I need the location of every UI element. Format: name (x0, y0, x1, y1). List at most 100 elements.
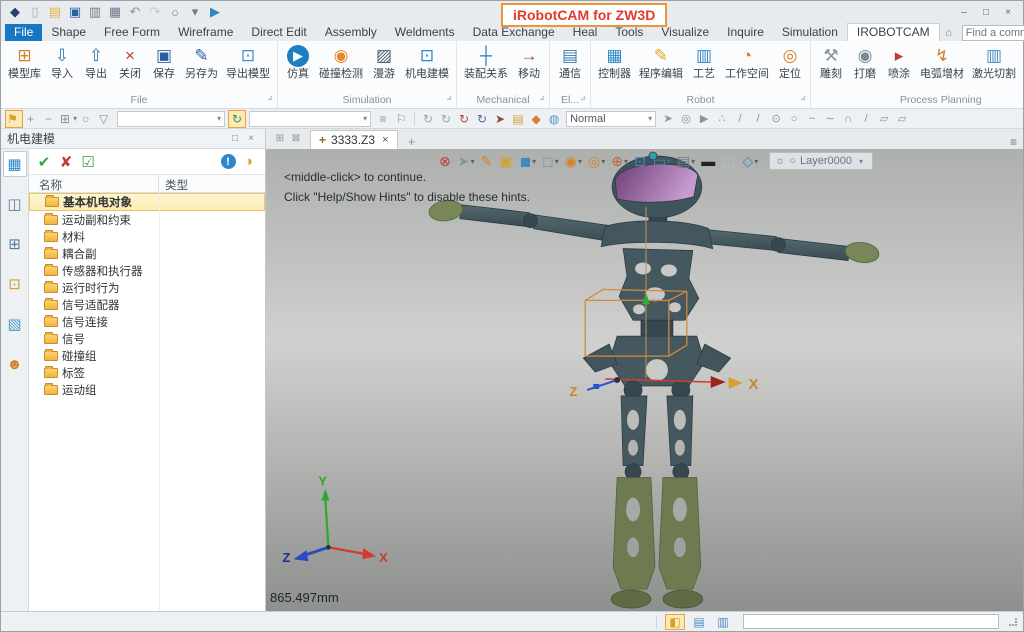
zoom-region-icon[interactable]: ◎▾ (585, 151, 608, 171)
resize-grip[interactable] (1009, 618, 1017, 626)
highlight-box-icon[interactable]: ▢ (719, 151, 739, 171)
fit-all-icon[interactable]: ⊡ (631, 151, 650, 171)
tab-close-icon[interactable]: × (382, 134, 388, 146)
select-cursor-icon[interactable]: ➤ (659, 110, 677, 128)
redo-icon[interactable]: ↷ (145, 3, 165, 21)
pick-device-icon[interactable]: ➤▾ (455, 151, 478, 171)
save-button[interactable]: ▣ 保存 (147, 43, 181, 82)
arc-icon[interactable]: ∩ (839, 110, 857, 128)
grinding-button[interactable]: ◉ 打磨 (848, 43, 882, 82)
regen-part-icon[interactable]: ↻ (419, 110, 437, 128)
user-role-icon[interactable]: ☻ (3, 351, 27, 377)
new-file-icon[interactable]: ▯ (25, 3, 45, 21)
confirm-button[interactable]: ✔ (33, 152, 55, 172)
print-icon[interactable]: ▥ (85, 3, 105, 21)
zoom-window-icon[interactable]: ▭▾ (650, 151, 674, 171)
tab-assembly[interactable]: Assembly (316, 24, 386, 41)
tab-shape[interactable]: Shape (42, 24, 95, 41)
dialog-launcher-icon[interactable]: ⊿ (539, 92, 545, 106)
exit-icon[interactable]: ⊗ (436, 151, 455, 171)
close-all-icon[interactable]: ⊠ (288, 131, 304, 147)
export-model-button[interactable]: ⊡ 导出模型 (222, 43, 274, 82)
unfold-box-icon[interactable]: ▣ (496, 151, 516, 171)
angled-line-icon[interactable]: / (857, 110, 875, 128)
filter-funnel-icon[interactable]: ▽ (96, 110, 114, 128)
prompt-input[interactable] (743, 614, 999, 629)
assembly-relation-button[interactable]: ┼ 装配关系 (460, 43, 512, 82)
document-tab-3333[interactable]: + 3333.Z3 × (310, 130, 398, 149)
regen-outdated-icon[interactable]: ↻ (455, 110, 473, 128)
mechatronics-modeling-button[interactable]: ⊡ 机电建模 (401, 43, 453, 82)
plot-icon[interactable]: ▦ (105, 3, 125, 21)
tree-item-runtime-behavior[interactable]: 运行时行为 (29, 279, 265, 296)
polyline-icon[interactable]: ~ (803, 110, 821, 128)
pick-box-icon[interactable]: ⊞▾ (59, 110, 78, 128)
tree-item-signal-connections[interactable]: 信号连接 (29, 313, 265, 330)
simulate-button[interactable]: ▶ 仿真 (281, 43, 315, 82)
dialog-launcher-icon[interactable]: ⊿ (267, 92, 273, 106)
workspace-button[interactable]: ◔ 工作空间 (721, 43, 773, 82)
model-library-button[interactable]: ⊞ 模型库 (4, 43, 45, 82)
section-view-icon[interactable]: ◉▾ (562, 151, 585, 171)
wireframe-display-icon[interactable]: ◻▾ (539, 151, 562, 171)
regen-history-icon[interactable]: ↻ (473, 110, 491, 128)
alert-bell-icon[interactable]: ⚐ (392, 110, 410, 128)
play-icon[interactable]: ▶ (205, 3, 225, 21)
app-logo-icon[interactable]: ◆ (5, 3, 25, 21)
controller-button[interactable]: ▦ 控制器 (594, 43, 635, 82)
spline-icon[interactable]: ∼ (821, 110, 839, 128)
scatter-points-icon[interactable]: ∴ (713, 110, 731, 128)
tab-file[interactable]: File (5, 24, 42, 41)
notes-icon[interactable]: ▤ (509, 110, 527, 128)
tree-item-collision-groups[interactable]: 碰撞组 (29, 347, 265, 364)
regen-assembly-icon[interactable]: ↻ (437, 110, 455, 128)
find-command-input[interactable] (963, 27, 1024, 39)
tab-wireframe[interactable]: Wireframe (169, 24, 242, 41)
process-button[interactable]: ▥ 工艺 (687, 43, 721, 82)
library-package-icon[interactable]: ◆ (527, 110, 545, 128)
column-type[interactable]: 类型 (159, 175, 265, 192)
point-snap-icon[interactable]: ◎ (677, 110, 695, 128)
dialog-launcher-icon[interactable]: ⊿ (446, 92, 452, 106)
secondary-filter-icon[interactable]: ◗ (239, 152, 261, 172)
tree-item-joints-and-constraints[interactable]: 运动副和约束 (29, 211, 265, 228)
column-name[interactable]: 名称 (29, 175, 159, 192)
monitor-toggle-icon[interactable]: ▤ (689, 614, 709, 630)
laser-cutting-button[interactable]: ▥ 激光切割 (968, 43, 1020, 82)
home-icon[interactable]: ⌂ (940, 25, 958, 41)
tab-inquire[interactable]: Inquire (718, 24, 773, 41)
tree-item-basic-mechatronic-objects[interactable]: 基本机电对象 (29, 193, 265, 211)
visualize-image-icon[interactable]: ▧ (3, 311, 27, 337)
tab-simulation[interactable]: Simulation (773, 24, 847, 41)
engraving-button[interactable]: ⚒ 雕刻 (814, 43, 848, 82)
tree-item-couplings[interactable]: 耦合副 (29, 245, 265, 262)
shaded-display-icon[interactable]: ◼▾ (516, 151, 539, 171)
remove-entity-icon[interactable]: − (41, 110, 59, 128)
line-icon[interactable]: / (731, 110, 749, 128)
undo-icon[interactable]: ↶ (125, 3, 145, 21)
spray-button[interactable]: ▸ 喷涂 (882, 43, 916, 82)
circle-center-icon[interactable]: ⊙ (767, 110, 785, 128)
tree-item-signal-adapters[interactable]: 信号适配器 (29, 296, 265, 313)
show-entity-icon[interactable]: ⚑ (5, 110, 23, 128)
tree-item-motion-groups[interactable]: 运动组 (29, 381, 265, 398)
work-plane-icon[interactable]: ◇▾ (739, 151, 761, 171)
prompt-window-icon[interactable]: ▥ (713, 614, 733, 630)
tab-direct-edit[interactable]: Direct Edit (242, 24, 315, 41)
rotate-target-icon[interactable]: ⊕▾ (608, 151, 631, 171)
tab-irobotcam[interactable]: IROBOTCAM (847, 23, 940, 41)
tree-item-sensors-actuators[interactable]: 传感器和执行器 (29, 262, 265, 279)
view-monitor-icon[interactable]: ▤▾ (674, 151, 698, 171)
close-doc-button[interactable]: × 关闭 (113, 43, 147, 82)
arc-additive-button[interactable]: ↯ 电弧增材 (916, 43, 968, 82)
eraser-icon[interactable]: ✎ (477, 151, 496, 171)
split-view-icon[interactable]: ⊞ (272, 131, 288, 147)
part-window-icon[interactable]: ⊡ (3, 271, 27, 297)
collision-detect-button[interactable]: ◉ 碰撞检测 (315, 43, 367, 82)
tab-bar-menu-icon[interactable]: ≡ (1004, 135, 1023, 149)
save-icon[interactable]: ▣ (65, 3, 85, 21)
cancel-button[interactable]: ✘ (55, 152, 77, 172)
graphics-canvas[interactable]: ⊗ ➤▾ ✎ (266, 149, 1023, 611)
background-icon[interactable]: ▬ (698, 151, 719, 171)
panel-toggle-icon[interactable]: ◧ (665, 614, 685, 630)
